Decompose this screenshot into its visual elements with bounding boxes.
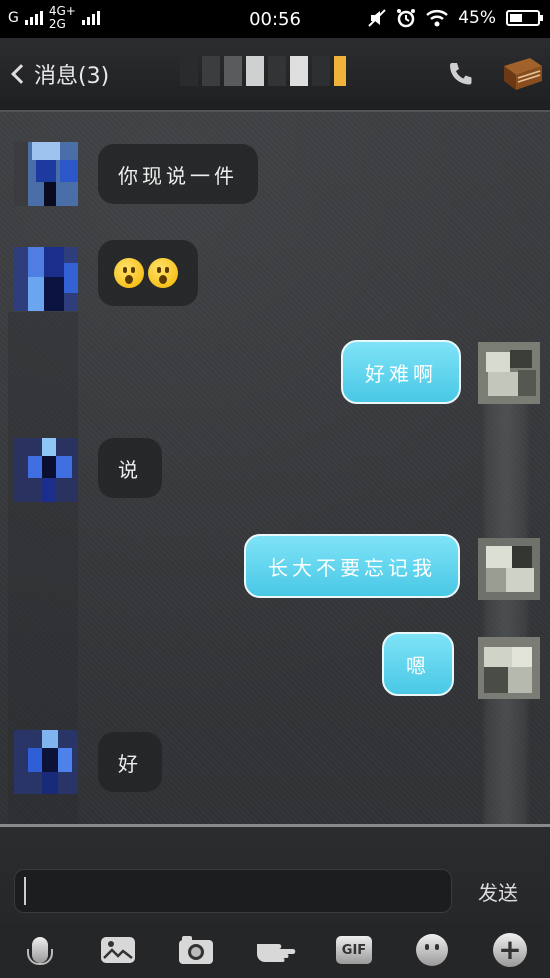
redacted-block: [268, 56, 286, 86]
status-bar: G 4G+ 2G 00:56 45%: [0, 0, 550, 38]
status-icons: 45%: [368, 8, 543, 28]
blur-strip-right: [484, 362, 528, 882]
incoming-message-bubble[interactable]: 你现说一件: [98, 144, 258, 204]
surprised-emoji-icon: [148, 258, 178, 288]
plus-icon: +: [493, 933, 527, 967]
gif-button[interactable]: GIF: [334, 930, 374, 970]
redacted-block: [224, 56, 242, 86]
chevron-left-icon: [11, 64, 31, 84]
outgoing-message-bubble[interactable]: 好难啊: [341, 340, 461, 404]
back-label: 消息(3): [34, 64, 110, 89]
wifi-icon: [426, 10, 449, 27]
pointing-hand-icon: [257, 944, 296, 962]
avatar[interactable]: [14, 730, 78, 794]
my-avatar[interactable]: [478, 342, 540, 404]
incoming-emoji-bubble[interactable]: [98, 240, 198, 306]
more-button[interactable]: +: [490, 930, 530, 970]
poke-button[interactable]: [254, 930, 298, 970]
avatar[interactable]: [14, 247, 78, 311]
smiley-icon: [416, 934, 448, 966]
message-text: 嗯: [406, 653, 430, 678]
battery-percent: 45%: [458, 8, 496, 28]
back-button[interactable]: 消息(3): [10, 58, 109, 90]
surprised-emoji-icon: [114, 258, 144, 288]
redacted-block: [202, 56, 220, 86]
chat-screen: G 4G+ 2G 00:56 45% 消息(3) 你现说一件 好难啊 说 长大不…: [0, 0, 550, 978]
message-list[interactable]: 你现说一件 好难啊 说 长大不要忘记我 嗯 好: [0, 112, 550, 932]
text-cursor: [24, 877, 26, 905]
photo-album-button[interactable]: [98, 930, 138, 970]
battery-fill: [510, 14, 522, 22]
mute-icon: [368, 9, 386, 27]
contact-name-redacted: [180, 56, 346, 86]
redacted-block: [334, 56, 346, 86]
voice-button[interactable]: [20, 930, 60, 970]
camera-icon: [179, 936, 213, 964]
message-text: 好: [118, 751, 142, 776]
avatar[interactable]: [14, 438, 78, 502]
outgoing-message-bubble[interactable]: 长大不要忘记我: [244, 534, 460, 598]
redacted-block: [246, 56, 264, 86]
message-text: 长大不要忘记我: [268, 555, 436, 580]
avatar[interactable]: [14, 142, 78, 206]
my-avatar[interactable]: [478, 637, 540, 699]
contact-profile-book-icon[interactable]: [500, 56, 544, 92]
redacted-block: [290, 56, 308, 86]
incoming-message-bubble[interactable]: 好: [98, 732, 162, 792]
message-text: 你现说一件: [118, 163, 238, 188]
input-toolbar: GIF +: [0, 924, 550, 978]
camera-button[interactable]: [176, 930, 216, 970]
message-input[interactable]: [14, 869, 452, 913]
redacted-block: [180, 56, 198, 86]
incoming-message-bubble[interactable]: 说: [98, 438, 162, 498]
message-text: 好难啊: [365, 361, 437, 386]
alarm-icon: [397, 9, 416, 28]
input-bar: 发送: [0, 824, 550, 924]
phone-icon[interactable]: [446, 60, 474, 88]
emoji-button[interactable]: [412, 930, 452, 970]
redacted-block: [312, 56, 330, 86]
battery-icon: [506, 10, 543, 26]
microphone-icon: [27, 937, 53, 965]
gif-icon: GIF: [336, 936, 372, 964]
chat-header: 消息(3): [0, 38, 550, 112]
my-avatar[interactable]: [478, 538, 540, 600]
message-text: 说: [118, 457, 142, 482]
send-button[interactable]: 发送: [478, 877, 518, 906]
image-icon: [101, 937, 135, 963]
outgoing-message-bubble[interactable]: 嗯: [382, 632, 454, 696]
